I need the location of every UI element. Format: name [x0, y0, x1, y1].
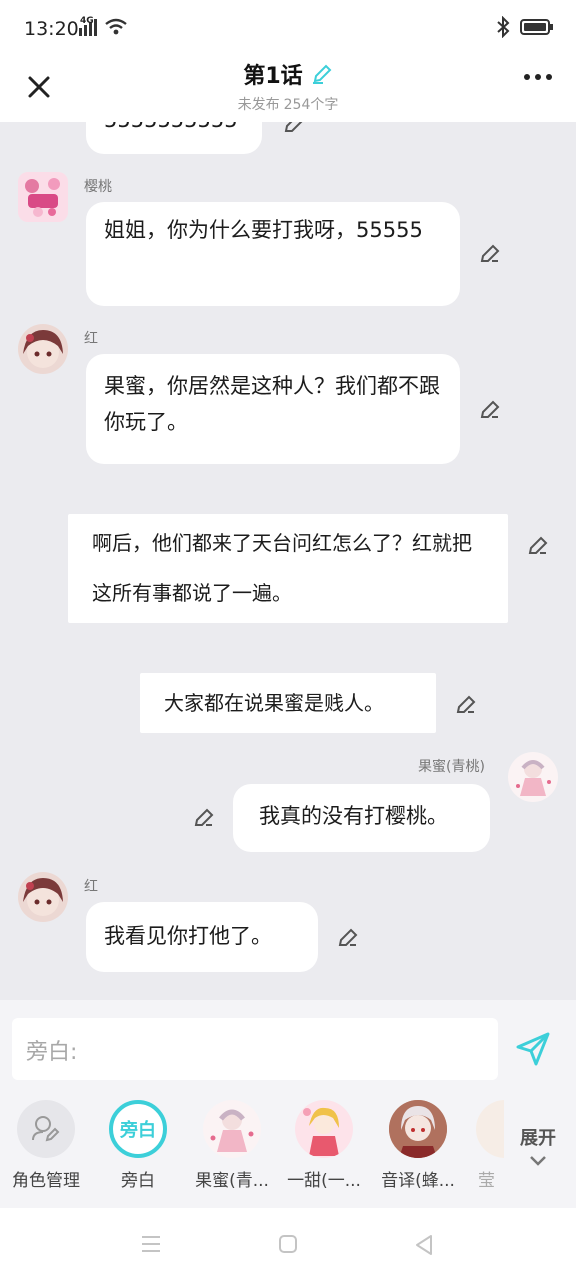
- edit-message-icon[interactable]: [526, 534, 550, 558]
- edit-message-icon[interactable]: [192, 806, 216, 830]
- sender-name: 果蜜(青桃): [418, 759, 485, 775]
- character-guomi[interactable]: 果蜜(青...: [192, 1096, 272, 1191]
- avatar-guomi[interactable]: [508, 752, 558, 802]
- message-bubble-partial[interactable]: 5555555555: [86, 122, 262, 154]
- avatar-hong[interactable]: [18, 324, 68, 374]
- sender-name: 红: [84, 879, 98, 895]
- edit-message-icon[interactable]: [282, 122, 306, 136]
- edit-title-icon[interactable]: [311, 63, 333, 85]
- menu-icon[interactable]: [140, 1234, 162, 1254]
- signal-icon: 4G: [78, 16, 128, 36]
- message-bubble[interactable]: 我真的没有打樱桃。: [233, 784, 490, 852]
- chevron-down-icon: [530, 1156, 546, 1166]
- character-narrator[interactable]: 旁白 旁白: [98, 1096, 178, 1191]
- send-icon[interactable]: [514, 1030, 552, 1068]
- edit-message-icon[interactable]: [454, 693, 478, 717]
- avatar-yitian: [303, 1107, 339, 1156]
- word-count: 254个字: [283, 97, 339, 113]
- home-icon[interactable]: [278, 1234, 298, 1254]
- chapter-header: 第1话 未发布 254个字: [0, 56, 576, 122]
- status-bar: 13:20 4G: [0, 0, 576, 56]
- publish-status: 未发布: [237, 97, 280, 113]
- edit-message-icon[interactable]: [336, 926, 360, 950]
- chat-area[interactable]: 5555555555 樱桃 姐姐，你为什么要打我呀，55555 红 果蜜，你居然…: [0, 122, 576, 1002]
- character-yitian[interactable]: 一甜(一...: [284, 1096, 364, 1191]
- edit-message-icon[interactable]: [478, 398, 502, 422]
- avatar-guomi: [210, 1109, 254, 1152]
- avatar-yinyi: [389, 1100, 447, 1158]
- character-yinyi[interactable]: 音译(蜂...: [378, 1096, 458, 1191]
- sender-name: 红: [84, 331, 98, 347]
- character-selector: 角色管理 旁白 旁白 果蜜(青... 一甜(一... 音译(蜂... 莹 展开: [0, 1096, 576, 1208]
- character-manage-button[interactable]: 角色管理: [6, 1096, 86, 1191]
- narrator-badge: 旁白: [120, 1120, 156, 1141]
- narration-block[interactable]: 大家都在说果蜜是贱人。: [140, 673, 436, 733]
- narration-block[interactable]: 啊后，他们都来了天台问红怎么了？红就把这所有事都说了一遍。: [68, 514, 508, 623]
- edit-message-icon[interactable]: [478, 242, 502, 266]
- expand-button[interactable]: 展开: [506, 1124, 570, 1173]
- message-input[interactable]: 旁白:: [12, 1018, 498, 1080]
- more-menu-icon[interactable]: [524, 74, 552, 80]
- input-bar: 旁白:: [0, 1000, 576, 1096]
- message-bubble[interactable]: 果蜜，你居然是这种人？我们都不跟你玩了。: [86, 354, 460, 464]
- avatar-yingtao[interactable]: [18, 172, 68, 222]
- battery-icon: [520, 19, 553, 35]
- sender-name: 樱桃: [84, 179, 112, 195]
- status-time: 13:20: [24, 18, 79, 40]
- system-nav-bar: [0, 1208, 576, 1280]
- user-edit-icon: [32, 1116, 60, 1142]
- network-type: 4G: [80, 16, 94, 26]
- message-bubble[interactable]: 我看见你打他了。: [86, 902, 318, 972]
- avatar-hong[interactable]: [18, 872, 68, 922]
- message-bubble[interactable]: 姐姐，你为什么要打我呀，55555: [86, 202, 460, 306]
- back-icon[interactable]: [414, 1234, 434, 1256]
- bluetooth-icon: [497, 16, 510, 38]
- page-title[interactable]: 第1话: [243, 58, 332, 90]
- wifi-icon: [104, 18, 127, 35]
- character-ying[interactable]: 莹: [470, 1096, 504, 1191]
